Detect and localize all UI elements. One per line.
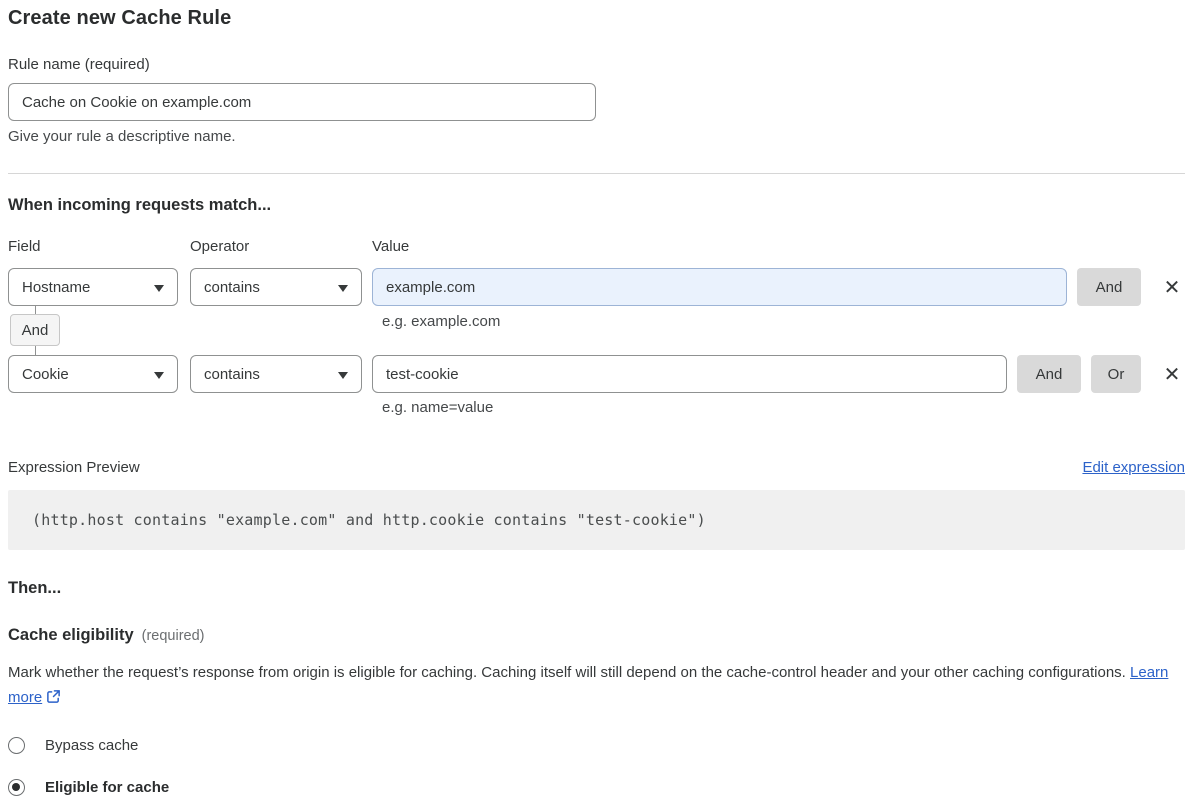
operator-select-1[interactable]: contains bbox=[190, 268, 362, 306]
condition-row-1: Hostname contains And ✕ bbox=[8, 268, 1185, 306]
chevron-down-icon bbox=[338, 372, 348, 379]
expression-preview-label: Expression Preview bbox=[8, 459, 140, 476]
then-heading: Then... bbox=[8, 577, 1185, 599]
match-section-heading: When incoming requests match... bbox=[8, 194, 1185, 216]
value-helper-1: e.g. example.com bbox=[382, 313, 500, 355]
condition-column-labels: Field Operator Value bbox=[8, 238, 1185, 256]
field-select-2[interactable]: Cookie bbox=[8, 355, 178, 393]
connector-column: And bbox=[8, 306, 372, 355]
expression-header: Expression Preview Edit expression bbox=[8, 459, 1185, 476]
and-connector: And bbox=[10, 306, 60, 355]
or-button-row-2[interactable]: Or bbox=[1091, 355, 1141, 393]
section-divider bbox=[8, 173, 1185, 174]
edit-expression-link[interactable]: Edit expression bbox=[1082, 459, 1185, 476]
remove-condition-1-icon[interactable]: ✕ bbox=[1159, 268, 1185, 306]
cache-eligibility-description: Mark whether the request’s response from… bbox=[8, 660, 1173, 712]
radio-option-bypass-cache[interactable]: Bypass cache bbox=[8, 737, 1185, 754]
connector-line-top bbox=[35, 306, 36, 314]
field-select-2-value: Cookie bbox=[22, 366, 69, 383]
condition-row-2: Cookie contains And Or ✕ bbox=[8, 355, 1185, 393]
connector-row: And e.g. example.com bbox=[8, 306, 1185, 355]
field-select-1-value: Hostname bbox=[22, 279, 90, 296]
operator-column-label: Operator bbox=[190, 238, 372, 256]
chevron-down-icon bbox=[154, 285, 164, 292]
value-column-label: Value bbox=[372, 238, 1185, 256]
radio-unselected-icon[interactable] bbox=[8, 737, 25, 754]
expression-code: (http.host contains "example.com" and ht… bbox=[32, 511, 706, 529]
and-connector-button[interactable]: And bbox=[10, 314, 60, 346]
operator-select-1-value: contains bbox=[204, 279, 260, 296]
operator-select-2[interactable]: contains bbox=[190, 355, 362, 393]
chevron-down-icon bbox=[154, 372, 164, 379]
remove-condition-2-icon[interactable]: ✕ bbox=[1159, 355, 1185, 393]
and-button-row-2[interactable]: And bbox=[1017, 355, 1081, 393]
page-title: Create new Cache Rule bbox=[8, 4, 1185, 32]
cache-eligibility-heading: Cache eligibility (required) bbox=[8, 626, 1185, 645]
value-input-2[interactable] bbox=[372, 355, 1007, 393]
and-button-row-1[interactable]: And bbox=[1077, 268, 1141, 306]
create-cache-rule-page: Create new Cache Rule Rule name (require… bbox=[0, 0, 1200, 796]
operator-select-2-value: contains bbox=[204, 366, 260, 383]
field-column-label: Field bbox=[8, 238, 190, 256]
cache-eligibility-title: Cache eligibility bbox=[8, 626, 134, 645]
value-helper-2: e.g. name=value bbox=[382, 399, 1185, 416]
radio-option-eligible-for-cache[interactable]: Eligible for cache bbox=[8, 779, 1185, 796]
external-link-icon bbox=[46, 687, 61, 712]
radio-selected-icon[interactable] bbox=[8, 779, 25, 796]
connector-line-bottom bbox=[35, 346, 36, 355]
rule-name-input[interactable] bbox=[8, 83, 596, 121]
description-text: Mark whether the request’s response from… bbox=[8, 664, 1126, 681]
chevron-down-icon bbox=[338, 285, 348, 292]
expression-code-block: (http.host contains "example.com" and ht… bbox=[8, 490, 1185, 550]
required-badge: (required) bbox=[142, 628, 205, 644]
field-select-1[interactable]: Hostname bbox=[8, 268, 178, 306]
bypass-cache-label: Bypass cache bbox=[45, 737, 138, 754]
value-input-1[interactable] bbox=[372, 268, 1067, 306]
rule-name-helper: Give your rule a descriptive name. bbox=[8, 128, 1185, 145]
rule-name-label: Rule name (required) bbox=[8, 56, 1185, 74]
eligible-for-cache-label: Eligible for cache bbox=[45, 779, 169, 796]
